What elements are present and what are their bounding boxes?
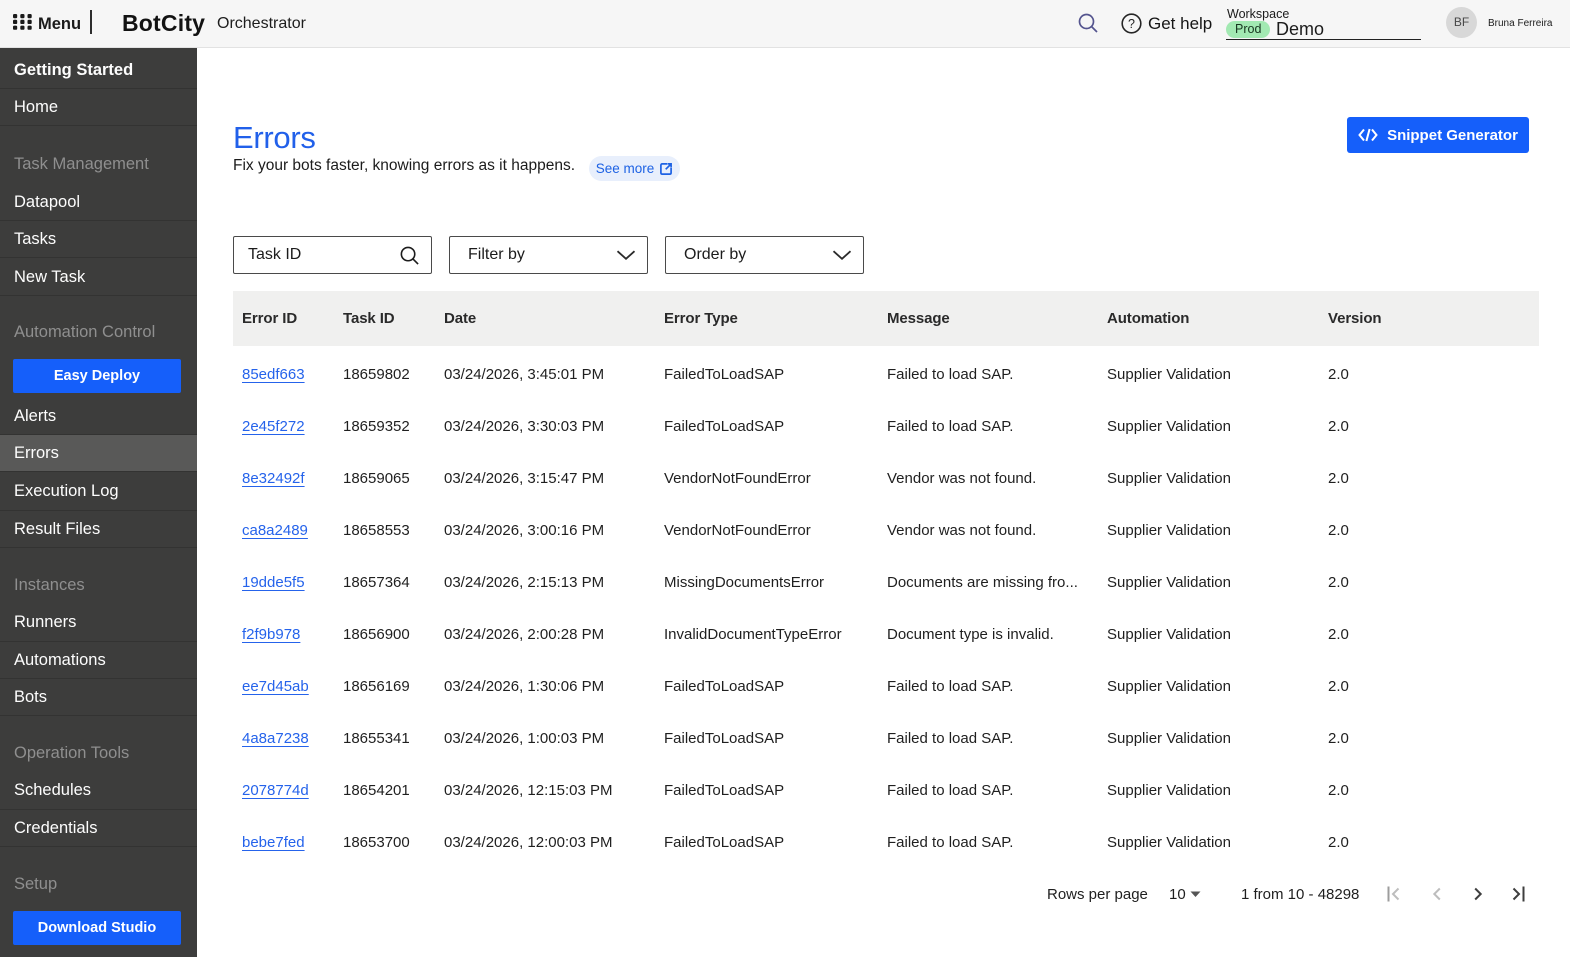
svg-text:?: ?: [1128, 17, 1135, 31]
